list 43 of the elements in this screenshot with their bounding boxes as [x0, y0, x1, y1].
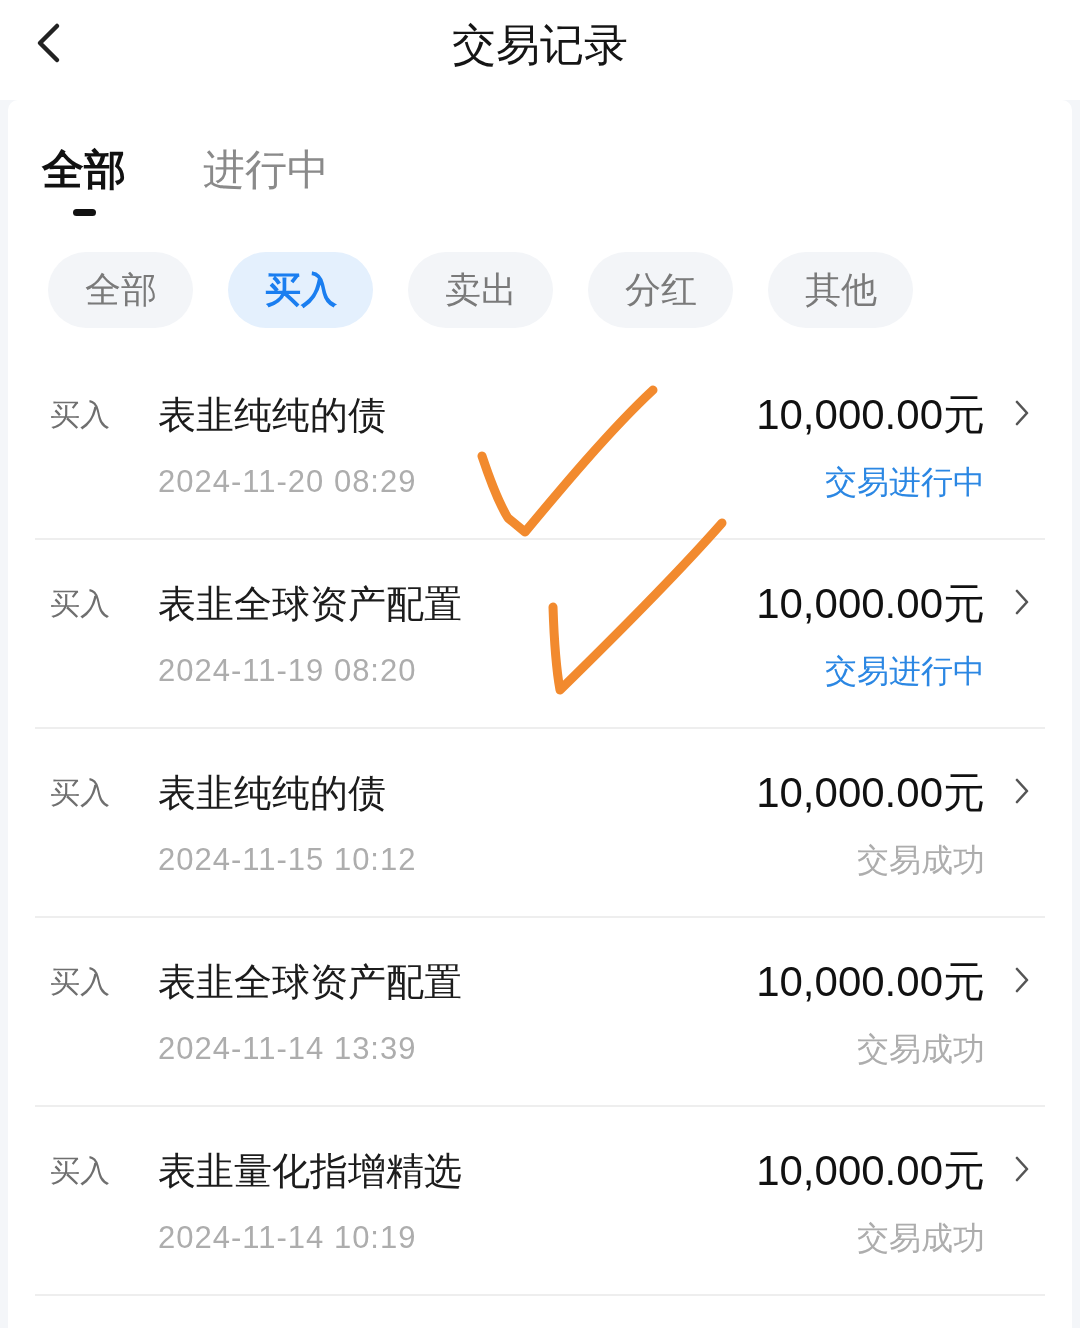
back-chevron-icon: [35, 22, 61, 64]
transaction-row[interactable]: 买入 表韭纯纯的债 2024-11-15 10:12 10,000.00元 交易成功: [35, 729, 1045, 918]
transaction-status: 交易成功: [857, 841, 985, 880]
transaction-time: 2024-11-14 10:19: [158, 1219, 417, 1257]
transaction-type: 买入: [50, 397, 111, 433]
transaction-row[interactable]: 买入 表韭纯纯的债 2024-11-20 08:29 10,000.00元 交易进行中: [35, 351, 1045, 540]
tab-indicator: [72, 209, 96, 216]
page-title: 交易记录: [452, 19, 628, 71]
transaction-row[interactable]: 买入 表韭全球资产配置 2024-11-14 13:39 10,000.00元 交易成功: [35, 918, 1045, 1107]
transaction-status: 交易成功: [857, 1030, 985, 1069]
transaction-status: 交易进行中: [825, 463, 985, 502]
amount: 10,000.00元: [756, 770, 985, 816]
transaction-row[interactable]: 买入 表韭全球资产配置 2024-11-19 08:20 10,000.00元 交易进行中: [35, 540, 1045, 729]
amount: 10,000.00元: [756, 581, 985, 627]
transaction-status: 交易成功: [857, 1219, 985, 1258]
chevron-right-icon: [1015, 400, 1029, 426]
fund-name: 表韭全球资产配置: [158, 960, 462, 1005]
transaction-type: 买入: [50, 964, 111, 1000]
amount: 10,000.00元: [756, 392, 985, 438]
transaction-time: 2024-11-20 08:29: [158, 463, 417, 501]
chevron-right-icon: [1015, 589, 1029, 615]
transaction-status: 交易进行中: [825, 652, 985, 691]
transaction-type: 买入: [50, 775, 111, 811]
filter-chip[interactable]: 其他: [768, 252, 913, 328]
transaction-time: 2024-11-15 10:12: [158, 841, 417, 879]
transaction-type: 买入: [50, 586, 111, 622]
filter-chip[interactable]: 卖出: [408, 252, 553, 328]
amount: 10,000.00元: [756, 959, 985, 1005]
chevron-right-icon: [1015, 778, 1029, 804]
filter-chip[interactable]: 全部: [48, 252, 193, 328]
fund-name: 表韭量化指增精选: [158, 1149, 462, 1194]
transaction-time: 2024-11-14 13:39: [158, 1030, 417, 1068]
fund-name: 表韭纯纯的债: [158, 771, 386, 816]
filter-chip[interactable]: 分红: [588, 252, 733, 328]
tab[interactable]: 全部: [42, 144, 126, 216]
transaction-row[interactable]: 买入 表韭量化指增精选 2024-11-14 10:19 10,000.00元 交易成功: [35, 1107, 1045, 1296]
chevron-right-icon: [1015, 1156, 1029, 1182]
amount: 10,000.00元: [756, 1148, 985, 1194]
fund-name: 表韭纯纯的债: [158, 393, 386, 438]
fund-name: 表韭全球资产配置: [158, 582, 462, 627]
transaction-type: 买入: [50, 1153, 111, 1189]
transaction-time: 2024-11-19 08:20: [158, 652, 417, 690]
chevron-right-icon: [1015, 967, 1029, 993]
